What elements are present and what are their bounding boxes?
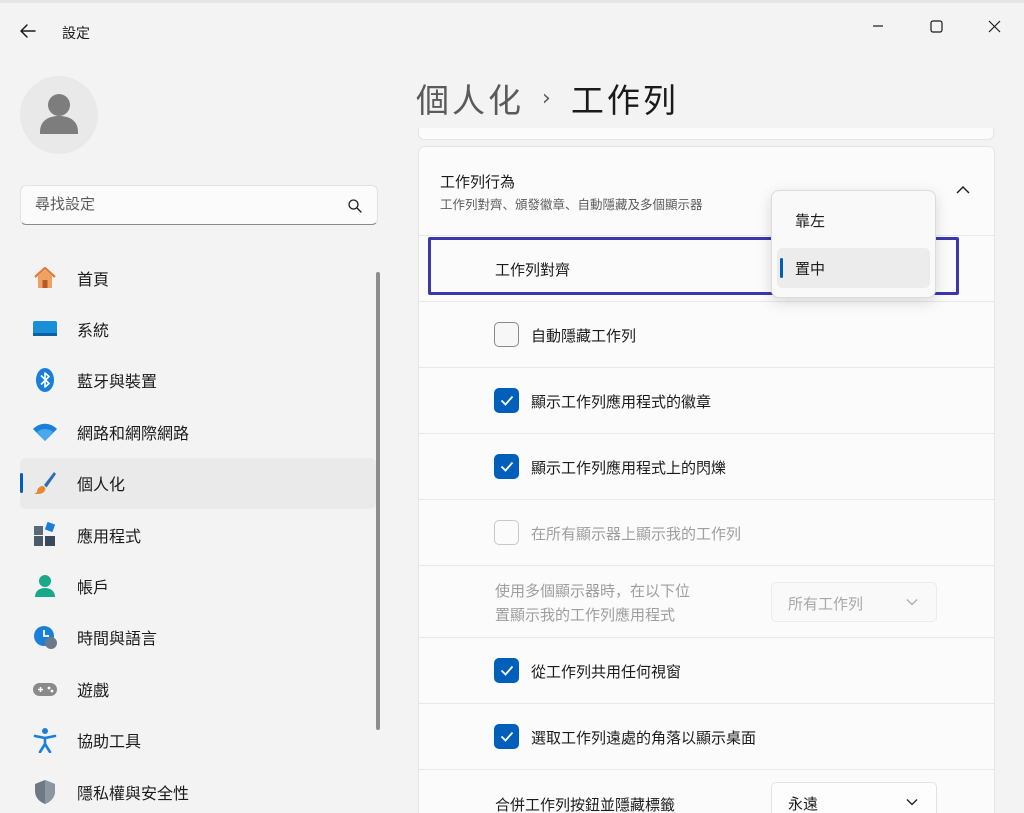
sidebar-item-label: 個人化 [77, 475, 126, 495]
accessibility-icon [32, 727, 58, 754]
checkbox-label: 自動隱藏工作列 [531, 327, 637, 345]
maximize-icon [929, 19, 943, 33]
show-flashing-checkbox[interactable] [494, 454, 519, 479]
maximize-button[interactable] [913, 11, 959, 41]
combine-buttons-label: 合併工作列按鈕並隱藏標籤 [495, 796, 676, 813]
multi-display-dropdown: 所有工作列 [771, 582, 937, 622]
checkbox-label: 從工作列共用任何視窗 [531, 663, 682, 681]
sidebar-item-bluetooth[interactable]: 藍牙與裝置 [20, 355, 376, 406]
sidebar-nav: 首頁 系統 藍牙與裝置 網路和網際網路 個人化 應用程式 帳戶 時間與語言 遊戲… [20, 252, 376, 813]
show-on-all-displays-checkbox [494, 520, 519, 545]
alignment-option-left[interactable]: 靠左 [777, 200, 930, 240]
option-row[interactable]: 從工作列共用任何視窗 [419, 637, 994, 703]
page-title: 工作列 [570, 81, 679, 120]
search-icon[interactable] [347, 198, 363, 214]
chevron-down-icon [906, 799, 918, 806]
option-row: 在所有顯示器上顯示我的工作列 [419, 499, 994, 565]
title-bar: 設定 [0, 3, 1024, 53]
option-row[interactable]: 選取工作列遠處的角落以顯示桌面 [419, 703, 994, 769]
option-row[interactable]: 顯示工作列應用程式的徽章 [419, 367, 994, 433]
checkmark-icon [500, 461, 513, 472]
close-button[interactable] [971, 11, 1017, 41]
chevron-down-icon [906, 599, 918, 606]
sidebar-item-privacy[interactable]: 隱私權與安全性 [20, 766, 376, 813]
auto-hide-checkbox[interactable] [494, 322, 519, 347]
minimize-button[interactable] [855, 11, 901, 41]
back-arrow-icon [20, 24, 36, 38]
section-title: 工作列行為 [440, 173, 516, 191]
search-input[interactable] [35, 195, 325, 213]
sidebar-item-home[interactable]: 首頁 [20, 252, 376, 303]
previous-card-edge [418, 128, 994, 140]
option-row[interactable]: 自動隱藏工作列 [419, 301, 994, 367]
sidebar-item-label: 首頁 [77, 269, 110, 289]
sidebar-item-label: 協助工具 [77, 732, 142, 752]
multi-display-label-line2: 置顯示我的工作列應用程式 [495, 606, 676, 624]
paintbrush-icon [32, 470, 58, 496]
alignment-dropdown-menu: 靠左 置中 [771, 190, 936, 298]
breadcrumb-separator: › [542, 85, 551, 111]
option-row[interactable]: 顯示工作列應用程式上的閃爍 [419, 433, 994, 499]
account-icon [32, 573, 58, 599]
breadcrumb-parent[interactable]: 個人化 [416, 74, 524, 122]
sidebar-item-network[interactable]: 網路和網際網路 [20, 406, 376, 457]
show-badges-checkbox[interactable] [494, 388, 519, 413]
combine-buttons-dropdown[interactable]: 永遠 [771, 782, 937, 813]
dropdown-value: 所有工作列 [788, 595, 864, 613]
time-language-icon [32, 624, 58, 650]
sidebar-item-system[interactable]: 系統 [20, 303, 376, 354]
checkbox-label: 選取工作列遠處的角落以顯示桌面 [531, 729, 757, 747]
system-icon [32, 316, 58, 342]
option-label: 置中 [795, 260, 826, 278]
sidebar-item-personalization[interactable]: 個人化 [20, 457, 376, 509]
checkmark-icon [500, 731, 513, 742]
gamepad-icon [32, 676, 58, 702]
dropdown-value: 永遠 [788, 795, 819, 813]
app-title: 設定 [62, 26, 90, 42]
sidebar-item-label: 時間與語言 [77, 629, 158, 649]
chevron-up-icon[interactable] [955, 184, 971, 196]
sidebar-scrollbar[interactable] [376, 272, 380, 730]
wifi-icon [32, 419, 58, 445]
sidebar-item-accounts[interactable]: 帳戶 [20, 560, 376, 611]
combine-buttons-row[interactable]: 合併工作列按鈕並隱藏標籤 永遠 [419, 769, 994, 813]
home-icon [32, 265, 58, 291]
section-description: 工作列對齊、頒發徽章、自動隱藏及多個顯示器 [440, 197, 703, 212]
multi-display-row: 使用多個顯示器時，在以下位 置顯示我的工作列應用程式 所有工作列 [419, 565, 994, 637]
minimize-icon [873, 25, 883, 27]
checkbox-label: 在所有顯示器上顯示我的工作列 [531, 525, 742, 543]
sidebar-item-label: 遊戲 [77, 680, 110, 700]
sidebar-item-label: 網路和網際網路 [77, 423, 190, 443]
sidebar-item-label: 帳戶 [77, 578, 110, 598]
checkmark-icon [500, 665, 513, 676]
bluetooth-icon [32, 367, 58, 393]
user-icon [40, 94, 78, 134]
sidebar-item-label: 藍牙與裝置 [77, 372, 158, 392]
apps-icon [32, 521, 58, 548]
shield-icon [32, 779, 58, 805]
sidebar-item-time-language[interactable]: 時間與語言 [20, 612, 376, 663]
close-icon [988, 20, 1000, 32]
checkbox-label: 顯示工作列應用程式上的閃爍 [531, 459, 727, 477]
sidebar-item-label: 應用程式 [77, 526, 142, 546]
show-desktop-corner-checkbox[interactable] [494, 724, 519, 749]
breadcrumb: 個人化 › 工作列 [416, 74, 679, 122]
sidebar-item-label: 系統 [77, 321, 110, 341]
user-avatar[interactable] [20, 76, 98, 154]
sidebar-item-label: 隱私權與安全性 [77, 783, 190, 803]
alignment-option-center[interactable]: 置中 [777, 248, 930, 288]
sidebar-item-gaming[interactable]: 遊戲 [20, 663, 376, 714]
sidebar-item-accessibility[interactable]: 協助工具 [20, 715, 376, 766]
back-button[interactable] [16, 19, 40, 43]
multi-display-label-line1: 使用多個顯示器時，在以下位 [495, 582, 691, 600]
checkmark-icon [500, 395, 513, 406]
search-box[interactable] [20, 185, 378, 225]
checkbox-label: 顯示工作列應用程式的徽章 [531, 393, 712, 411]
sidebar-item-apps[interactable]: 應用程式 [20, 509, 376, 560]
share-window-checkbox[interactable] [494, 658, 519, 683]
option-label: 靠左 [795, 212, 826, 230]
alignment-label: 工作列對齊 [495, 261, 571, 279]
